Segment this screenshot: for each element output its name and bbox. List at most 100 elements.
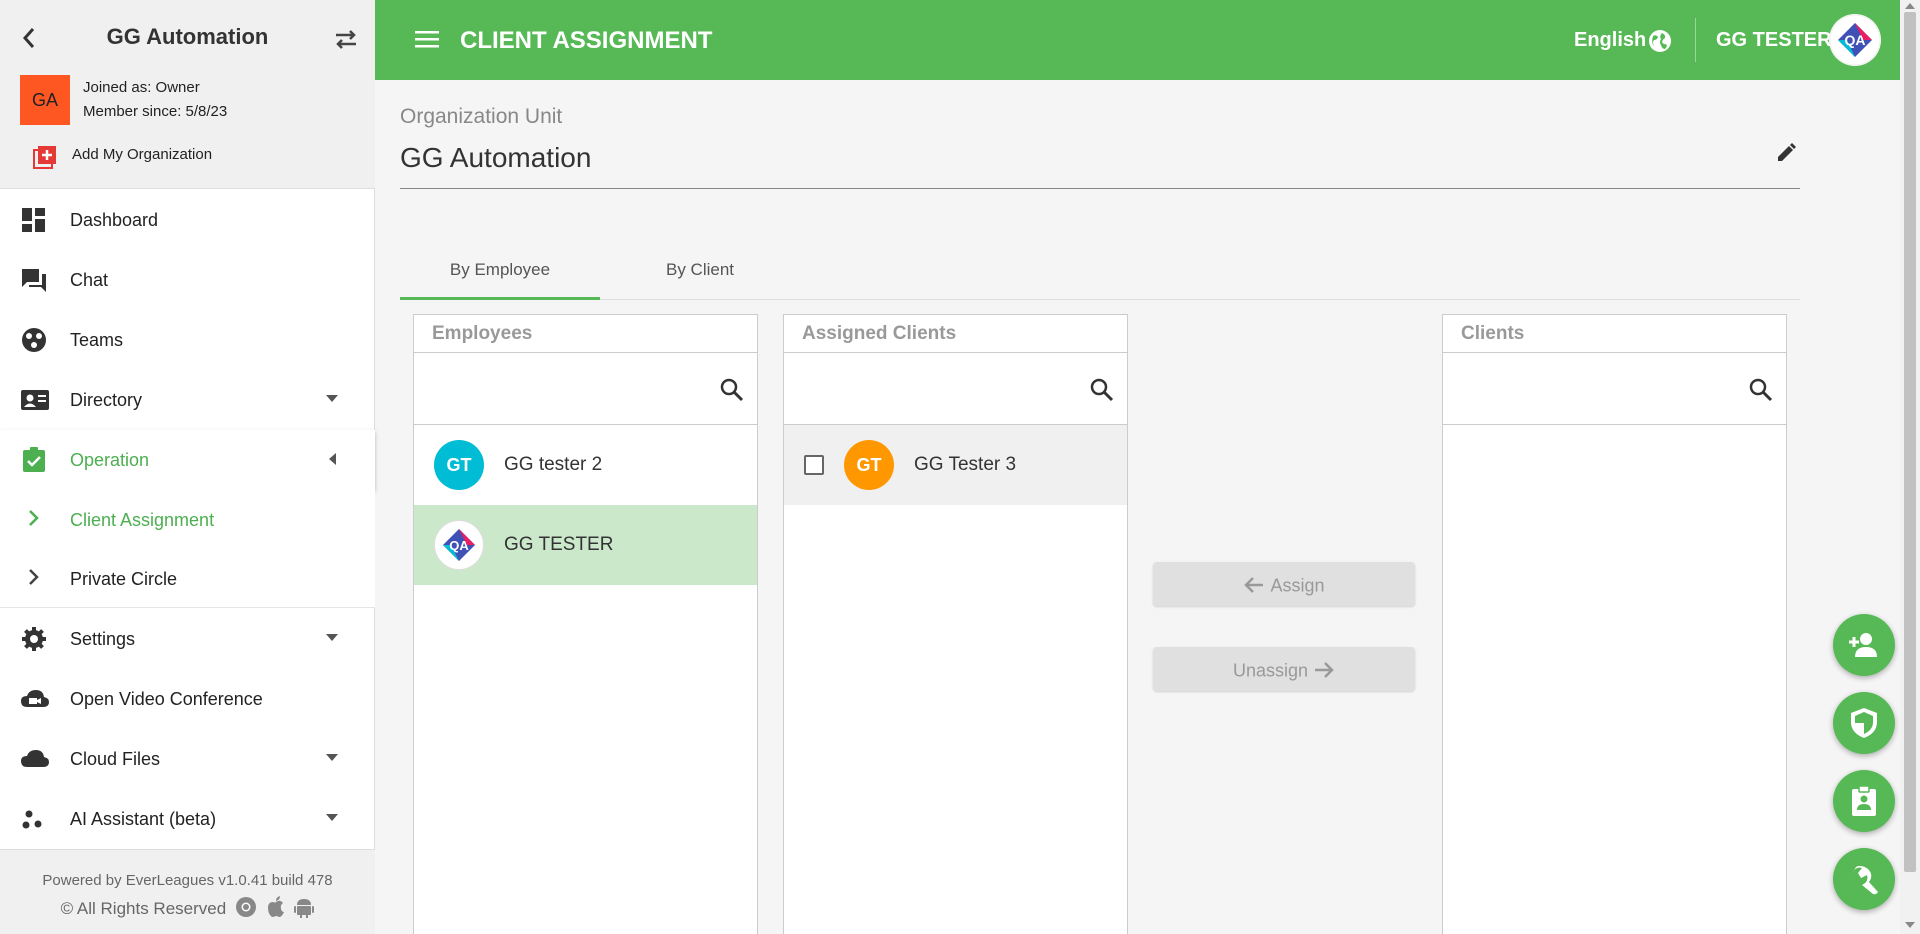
apple-icon[interactable] (266, 896, 286, 923)
sidebar-item-label: Directory (70, 390, 143, 410)
clients-title: Clients (1443, 315, 1786, 353)
assigned-client-row[interactable]: GT GG Tester 3 (784, 425, 1127, 505)
employee-avatar-logo: QA (434, 520, 484, 570)
employee-row[interactable]: GT GG tester 2 (414, 425, 757, 505)
globe-icon[interactable] (1647, 28, 1673, 54)
chevron-down-icon (326, 634, 338, 641)
add-person-fab[interactable] (1833, 614, 1895, 676)
sidebar-item-operation[interactable]: Operation (0, 430, 375, 490)
search-icon[interactable] (1089, 377, 1115, 403)
sidebar-item-label: Dashboard (70, 210, 159, 230)
employee-name: GG TESTER (504, 534, 614, 555)
employee-row-selected[interactable]: QA GG TESTER (414, 505, 757, 585)
chevron-down-icon (326, 395, 338, 402)
tab-by-client[interactable]: By Client (600, 240, 800, 300)
chevron-down-icon (326, 754, 338, 761)
sidebar-item-cloud-files[interactable]: Cloud Files (0, 729, 375, 789)
search-icon[interactable] (719, 377, 745, 403)
sidebar-item-teams[interactable]: Teams (0, 310, 375, 370)
sidebar-item-chat[interactable]: Chat (0, 250, 375, 310)
sidebar-subitem-client-assignment[interactable]: Client Assignment (0, 490, 375, 550)
ai-icon (20, 806, 48, 832)
org-unit-value: GG Automation (400, 142, 592, 173)
sidebar-subitem-label: Client Assignment (70, 510, 215, 530)
scrollbar-thumb[interactable] (1904, 12, 1916, 872)
assignment-tabs: By Employee By Client (400, 240, 1800, 300)
arrow-left-icon (1244, 577, 1264, 594)
clients-panel: Clients (1442, 314, 1787, 934)
sidebar-item-label: Cloud Files (70, 749, 161, 769)
rights-text: © All Rights Reserved (60, 898, 227, 918)
header-separator (1695, 18, 1696, 62)
employees-panel: Employees GT GG tester 2 QA GG TESTER (413, 314, 758, 934)
add-person-icon (1849, 633, 1877, 657)
scroll-up-icon[interactable] (1905, 3, 1915, 9)
gear-icon (20, 626, 48, 652)
sidebar-item-label: Operation (70, 450, 150, 470)
sidebar: GG Automation GA Joined as: Owner Member… (0, 0, 375, 934)
clients-search-input[interactable] (1453, 365, 1733, 411)
assigned-clients-search (784, 353, 1127, 425)
sidebar-header: GG Automation GA Joined as: Owner Member… (0, 0, 375, 189)
video-cloud-icon (20, 686, 49, 712)
unassign-button[interactable]: Unassign (1153, 647, 1415, 691)
sidebar-item-label: Settings (70, 629, 136, 649)
chrome-icon[interactable] (235, 896, 257, 923)
assign-button[interactable]: Assign (1153, 562, 1415, 606)
org-unit-label: Organization Unit (400, 105, 563, 128)
sidebar-item-ai-assistant[interactable]: AI Assistant (beta) (0, 789, 375, 849)
sidebar-footer: Powered by EverLeagues v1.0.41 build 478… (0, 849, 375, 934)
page-title: CLIENT ASSIGNMENT (460, 27, 713, 54)
org-title: GG Automation (106, 24, 269, 49)
member-since-text: Member since: 5/8/23 (83, 103, 228, 120)
unassign-label: Unassign (1232, 660, 1309, 681)
scrollbar[interactable] (1900, 0, 1920, 934)
operation-submenu: Client Assignment Private Circle (0, 490, 375, 608)
tools-fab[interactable] (1833, 848, 1895, 910)
assigned-client-name: GG Tester 3 (914, 454, 1017, 475)
powered-by-text: Powered by EverLeagues v1.0.41 build 478 (42, 872, 333, 889)
org-unit-underline (400, 188, 1800, 189)
sidebar-subitem-private-circle[interactable]: Private Circle (0, 549, 375, 609)
user-name[interactable]: GG TESTER (1716, 29, 1832, 52)
sidebar-item-label: Open Video Conference (70, 689, 263, 709)
org-avatar: GA (20, 75, 70, 125)
sidebar-item-directory[interactable]: Directory (0, 370, 375, 430)
sidebar-item-video-conference[interactable]: Open Video Conference (0, 669, 375, 729)
employees-search-input[interactable] (424, 365, 704, 411)
switch-org-icon[interactable] (333, 26, 359, 52)
add-organization-link[interactable]: Add My Organization (72, 146, 212, 163)
assigned-clients-search-input[interactable] (794, 365, 1074, 411)
employee-avatar: GT (434, 440, 484, 490)
add-organization-icon[interactable] (32, 144, 58, 170)
assigned-client-checkbox[interactable] (804, 455, 824, 475)
operation-icon (20, 447, 48, 473)
chevron-down-icon (326, 814, 338, 821)
android-icon[interactable] (294, 896, 315, 923)
tab-by-employee[interactable]: By Employee (400, 240, 600, 300)
menu-icon[interactable] (415, 29, 439, 49)
badge-fab[interactable] (1833, 770, 1895, 832)
teams-icon (20, 327, 48, 353)
directory-icon (20, 387, 49, 413)
assigned-clients-title: Assigned Clients (784, 315, 1127, 353)
badge-icon (1852, 785, 1876, 816)
scroll-down-icon[interactable] (1905, 922, 1915, 928)
back-icon[interactable] (18, 24, 40, 52)
assigned-client-avatar: GT (844, 440, 894, 490)
svg-text:QA: QA (449, 538, 469, 553)
employees-search (414, 353, 757, 425)
wrench-icon (1852, 865, 1878, 895)
sidebar-item-dashboard[interactable]: Dashboard (0, 190, 375, 250)
dashboard-icon (20, 207, 48, 233)
top-bar: CLIENT ASSIGNMENT English GG TESTER QA (375, 0, 1900, 80)
language-selector[interactable]: English (1574, 29, 1646, 52)
edit-icon[interactable] (1775, 142, 1797, 164)
sidebar-item-settings[interactable]: Settings (0, 609, 375, 669)
user-avatar[interactable]: QA (1829, 14, 1881, 66)
search-icon[interactable] (1748, 377, 1774, 403)
cloud-icon (20, 746, 49, 772)
security-fab[interactable] (1833, 692, 1895, 754)
rights-row: © All Rights Reserved (0, 896, 375, 923)
chevron-right-icon (28, 567, 40, 593)
